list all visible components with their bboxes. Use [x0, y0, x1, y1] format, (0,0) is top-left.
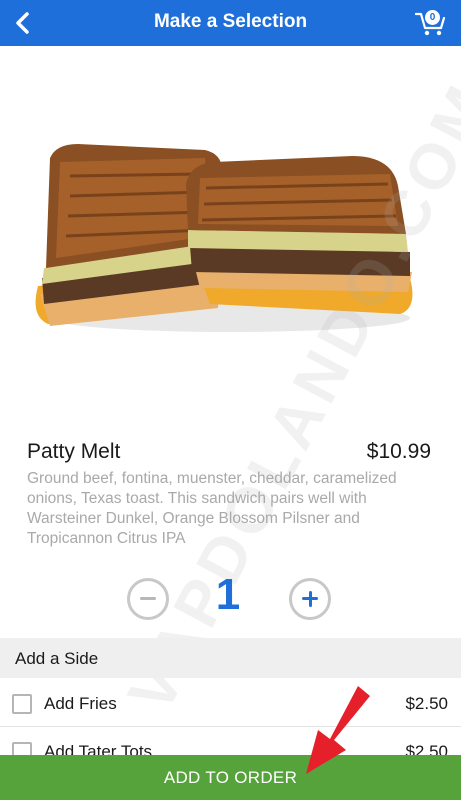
increase-quantity-button[interactable]	[289, 578, 331, 620]
item-description: Ground beef, fontina, muenster, cheddar,…	[27, 470, 397, 547]
top-bar: Make a Selection 0	[0, 0, 461, 46]
add-to-order-button[interactable]: ADD TO ORDER	[0, 755, 461, 800]
option-label: Add Fries	[44, 694, 117, 713]
quantity-value: 1	[215, 570, 241, 619]
section-header-add-a-side: Add a Side	[0, 638, 461, 678]
item-image	[0, 46, 461, 426]
page-title: Make a Selection	[153, 11, 308, 32]
checkbox[interactable]	[12, 694, 32, 714]
option-row-add-fries[interactable]: Add Fries $2.50	[0, 679, 461, 727]
option-price: $2.50	[405, 694, 448, 713]
decrease-quantity-button[interactable]	[127, 578, 169, 620]
add-to-order-label: ADD TO ORDER	[163, 768, 298, 787]
item-price: $10.99	[366, 440, 431, 463]
section-title: Add a Side	[15, 649, 99, 668]
item-name: Patty Melt	[27, 440, 121, 463]
sandwich-illustration	[35, 144, 413, 332]
cart-button[interactable]: 0	[415, 8, 447, 38]
cart-count-badge: 0	[425, 10, 440, 25]
